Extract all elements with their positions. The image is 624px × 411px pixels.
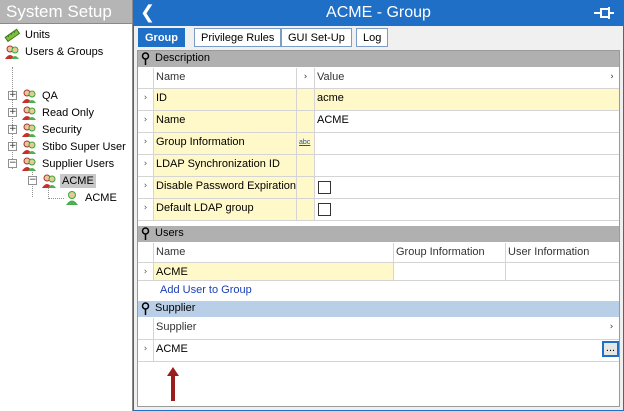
tree-item-label: Units (25, 28, 51, 41)
column-header-value[interactable]: Value (315, 68, 605, 88)
group-icon (22, 157, 36, 171)
section-title: Supplier (155, 302, 196, 314)
tree-item-label: QA (42, 89, 58, 102)
row-name: Disable Password Expiration (154, 177, 297, 198)
editor-panel: ❮ ACME - Group Group Privilege Rules GUI… (133, 0, 624, 411)
column-header-name[interactable]: Name (154, 243, 394, 262)
table-row[interactable]: › Disable Password Expiration (138, 177, 619, 199)
tree-item-acme-group[interactable]: − ACME (28, 172, 96, 189)
row-name: Group Information (154, 133, 297, 154)
group-icon (42, 174, 56, 188)
column-header-group-information[interactable]: Group Information (394, 243, 506, 262)
tree-item-acme-user[interactable]: ACME (64, 189, 119, 206)
group-icon (22, 123, 36, 137)
user-name: ACME (154, 263, 394, 280)
units-icon (4, 28, 20, 42)
supplier-header-row: Supplier › (138, 318, 619, 340)
column-header-arrow[interactable]: › (297, 68, 315, 88)
pin-icon[interactable] (141, 227, 150, 240)
row-name: ID (154, 89, 297, 110)
pin-icon[interactable] (593, 6, 615, 20)
tree-item-read-only[interactable]: + Read Only (8, 104, 96, 121)
user-icon (66, 190, 78, 205)
users-header-row: Name Group Information User Information (138, 243, 619, 263)
row-name: Default LDAP group (154, 199, 297, 220)
user-user-info (506, 263, 619, 280)
tab-bar: Group Privilege Rules GUI Set-Up Log (134, 27, 623, 49)
tree-item-label: Supplier Users (42, 157, 115, 170)
tab-gui-set-up[interactable]: GUI Set-Up (281, 28, 352, 47)
table-row[interactable]: › ACME ... (138, 340, 619, 362)
tree-item-units[interactable]: Units (4, 26, 52, 43)
row-name: LDAP Synchronization ID (154, 155, 297, 176)
expand-icon[interactable]: + (8, 142, 17, 151)
left-panel: System Setup Units Users & Groups + QA +… (0, 0, 133, 411)
browse-button[interactable]: ... (602, 341, 619, 357)
column-header-supplier[interactable]: Supplier (154, 318, 604, 339)
row-value[interactable] (315, 133, 619, 154)
supplier-value[interactable]: ACME ... (154, 340, 619, 361)
section-title: Users (155, 227, 184, 239)
supplier-name: ACME (156, 343, 188, 355)
tab-group[interactable]: Group (138, 28, 185, 47)
tree-item-label: ACME (60, 173, 96, 188)
pin-icon[interactable] (141, 302, 150, 315)
tree-item-security[interactable]: + Security (8, 121, 84, 138)
column-header-value-arrow[interactable]: › (605, 68, 619, 88)
expand-icon[interactable]: + (8, 125, 17, 134)
tree-item-stibo-super-user[interactable]: + Stibo Super User (8, 138, 128, 155)
section-title: Description (155, 52, 211, 64)
row-value[interactable]: acme (315, 89, 619, 110)
users-section-header[interactable]: Users (138, 226, 619, 242)
tab-log[interactable]: Log (356, 28, 389, 47)
table-row[interactable]: › ACME (138, 263, 619, 281)
pin-icon[interactable] (141, 52, 150, 65)
panel-title: System Setup (0, 0, 132, 24)
abc-icon[interactable]: abc (297, 133, 315, 154)
supplier-section-header[interactable]: Supplier (138, 301, 619, 317)
table-row[interactable]: › ID acme (138, 89, 619, 111)
table-row[interactable]: › Default LDAP group (138, 199, 619, 221)
users-groups-icon (5, 45, 19, 59)
expand-icon[interactable]: + (8, 108, 17, 117)
tree-item-label: ACME (85, 191, 117, 204)
tab-privilege-rules[interactable]: Privilege Rules (194, 28, 282, 47)
expand-icon[interactable]: + (8, 91, 17, 100)
tree-item-label: Users & Groups (25, 45, 104, 58)
description-section-header[interactable]: Description (138, 51, 619, 67)
row-value[interactable]: ACME (315, 111, 619, 132)
group-icon (22, 89, 36, 103)
add-user-link[interactable]: Add User to Group (158, 281, 358, 299)
table-row[interactable]: › Name ACME (138, 111, 619, 133)
column-header-name[interactable]: Name (154, 68, 297, 88)
tree-item-qa[interactable]: + QA (8, 87, 60, 104)
group-icon (22, 140, 36, 154)
collapse-icon[interactable]: − (28, 176, 37, 185)
column-header-supplier-arrow[interactable]: › (604, 318, 619, 339)
row-value[interactable] (315, 155, 619, 176)
table-row[interactable]: › LDAP Synchronization ID (138, 155, 619, 177)
default-ldap-group-checkbox[interactable] (318, 203, 331, 216)
page-title: ACME - Group (326, 4, 431, 21)
group-editor-content: Description Name › Value › › ID acme › N… (137, 50, 620, 407)
group-icon (22, 106, 36, 120)
tree-item-label: Security (42, 123, 82, 136)
tree-item-users-groups[interactable]: Users & Groups (4, 43, 105, 60)
description-header-row: Name › Value › (138, 68, 619, 89)
tree-item-label: Read Only (42, 106, 94, 119)
collapse-icon[interactable]: − (8, 159, 17, 168)
table-row[interactable]: › Group Information abc (138, 133, 619, 155)
tree-item-label: Stibo Super User (42, 140, 126, 153)
add-user-row: Add User to Group (138, 281, 619, 299)
annotation-arrow-icon (167, 367, 179, 401)
row-name: Name (154, 111, 297, 132)
user-group-info (394, 263, 506, 280)
column-header-user-information[interactable]: User Information (506, 243, 619, 262)
editor-header: ❮ ACME - Group (134, 1, 623, 26)
tree-item-supplier-users[interactable]: − Supplier Users (8, 155, 116, 172)
disable-password-expiration-checkbox[interactable] (318, 181, 331, 194)
